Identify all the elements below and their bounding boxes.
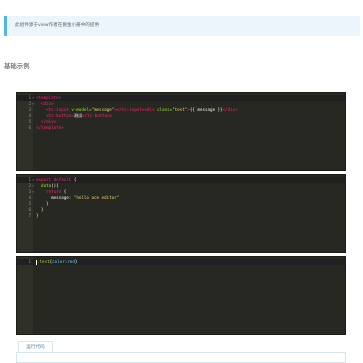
line-number-gutter: [17, 257, 33, 334]
code-line[interactable]: 7}: [17, 213, 345, 219]
section-title: 基础示例: [4, 62, 30, 70]
run-code-button[interactable]: 运行代码: [18, 341, 53, 352]
template-code-editor[interactable]: 1 ▾ <template> 2 ▾ <div> 3 <tc-input v-model=…: [16, 92, 346, 171]
line-number: 1: [28, 259, 31, 264]
code-text: </template>: [36, 125, 64, 130]
info-notice: 此组件源于view作者在掘金小册中的提供: [4, 16, 360, 36]
line-number: 6: [28, 125, 31, 130]
style-code-editor[interactable]: 1 .test{color:red}: [16, 256, 346, 335]
code-line[interactable]: 1 .test{color:red}: [17, 259, 345, 265]
code-line[interactable]: 6 </template>: [17, 125, 345, 131]
code-text: }: [36, 213, 39, 218]
script-code-editor[interactable]: 1 ▾ export default {2 ▾ data(){3 ▾ return {4…: [16, 174, 346, 253]
line-number: 7: [28, 213, 31, 218]
code-text: .test{color:red}: [36, 259, 78, 265]
result-preview: [16, 352, 346, 363]
